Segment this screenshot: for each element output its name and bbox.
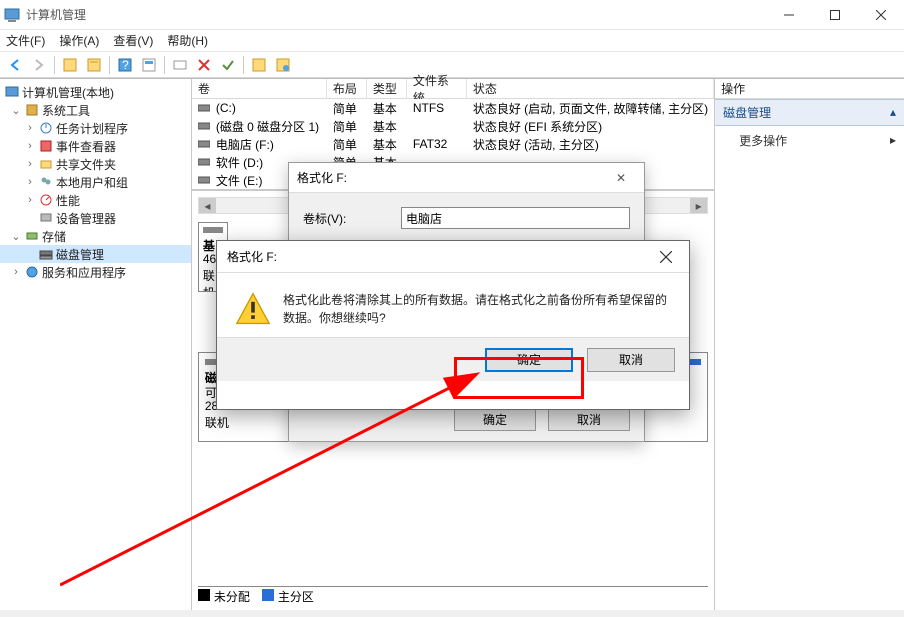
nav-task-scheduler[interactable]: ›任务计划程序: [0, 119, 191, 137]
format-dialog-close-button[interactable]: ✕: [606, 163, 636, 193]
maximize-button[interactable]: [812, 0, 858, 30]
check-icon[interactable]: [217, 54, 239, 76]
col-fs[interactable]: 文件系统: [407, 79, 467, 98]
nav-root[interactable]: 计算机管理(本地): [0, 83, 191, 101]
tool-icon-6[interactable]: [272, 54, 294, 76]
volume-row[interactable]: 电脑店 (F:)简单基本FAT32状态良好 (活动, 主分区): [192, 135, 714, 153]
volume-label-label: 卷标(V):: [303, 210, 401, 227]
scroll-right-button[interactable]: ▸: [690, 198, 707, 213]
menu-bar: 文件(F) 操作(A) 查看(V) 帮助(H): [0, 30, 904, 52]
col-type[interactable]: 类型: [367, 79, 407, 98]
format-cancel-button[interactable]: 取消: [548, 407, 630, 431]
actions-header: 操作: [715, 79, 904, 99]
confirm-dialog: 格式化 F: 格式化此卷将清除其上的所有数据。请在格式化之前备份所有希望保留的数…: [216, 240, 690, 410]
volume-row[interactable]: (C:)简单基本NTFS状态良好 (启动, 页面文件, 故障转储, 主分区): [192, 99, 714, 117]
nav-storage[interactable]: ⌄存储: [0, 227, 191, 245]
nav-back-button[interactable]: [4, 54, 26, 76]
menu-view[interactable]: 查看(V): [113, 32, 153, 49]
warning-icon: [235, 291, 271, 327]
confirm-dialog-close-button[interactable]: [653, 244, 679, 270]
nav-device-manager[interactable]: 设备管理器: [0, 209, 191, 227]
actions-pane: 操作 磁盘管理▴ 更多操作▸: [715, 79, 904, 610]
volume-label-input[interactable]: [401, 207, 630, 229]
tool-icon-3[interactable]: [138, 54, 160, 76]
tool-icon-5[interactable]: [248, 54, 270, 76]
tool-icon-1[interactable]: [59, 54, 81, 76]
nav-services[interactable]: ›服务和应用程序: [0, 263, 191, 281]
nav-tree[interactable]: 计算机管理(本地) ⌄系统工具 ›任务计划程序 ›事件查看器 ›共享文件夹 ›本…: [0, 79, 192, 610]
actions-category[interactable]: 磁盘管理▴: [715, 99, 904, 126]
nav-local-users[interactable]: ›本地用户和组: [0, 173, 191, 191]
close-button[interactable]: [858, 0, 904, 30]
confirm-dialog-title: 格式化 F:: [227, 248, 277, 265]
window-title: 计算机管理: [26, 6, 86, 23]
confirm-message: 格式化此卷将清除其上的所有数据。请在格式化之前备份所有希望保留的数据。你想继续吗…: [283, 291, 671, 327]
confirm-cancel-button[interactable]: 取消: [587, 348, 675, 372]
minimize-button[interactable]: [766, 0, 812, 30]
tool-icon-2[interactable]: [83, 54, 105, 76]
volume-row[interactable]: (磁盘 0 磁盘分区 1)简单基本状态良好 (EFI 系统分区): [192, 117, 714, 135]
help-icon[interactable]: ?: [114, 54, 136, 76]
nav-disk-management[interactable]: 磁盘管理: [0, 245, 191, 263]
menu-help[interactable]: 帮助(H): [167, 32, 208, 49]
nav-shared-folders[interactable]: ›共享文件夹: [0, 155, 191, 173]
delete-icon[interactable]: [193, 54, 215, 76]
tool-icon-4[interactable]: [169, 54, 191, 76]
legend-unallocated: 未分配: [214, 590, 250, 604]
nav-performance[interactable]: ›性能: [0, 191, 191, 209]
confirm-ok-button[interactable]: 确定: [485, 348, 573, 372]
menu-file[interactable]: 文件(F): [6, 32, 45, 49]
col-layout[interactable]: 布局: [327, 79, 367, 98]
legend-primary: 主分区: [278, 590, 314, 604]
nav-system-tools[interactable]: ⌄系统工具: [0, 101, 191, 119]
svg-text:?: ?: [122, 58, 129, 72]
actions-more[interactable]: 更多操作▸: [715, 126, 904, 155]
col-status[interactable]: 状态: [467, 79, 714, 98]
title-bar: 计算机管理: [0, 0, 904, 30]
nav-event-viewer[interactable]: ›事件查看器: [0, 137, 191, 155]
format-dialog-title: 格式化 F:: [297, 169, 347, 186]
legend: 未分配 主分区: [198, 586, 708, 604]
menu-action[interactable]: 操作(A): [59, 32, 99, 49]
scroll-left-button[interactable]: ◂: [199, 198, 216, 213]
format-ok-button[interactable]: 确定: [454, 407, 536, 431]
col-volume[interactable]: 卷: [192, 79, 327, 98]
nav-forward-button[interactable]: [28, 54, 50, 76]
volume-list-header: 卷 布局 类型 文件系统 状态: [192, 79, 714, 99]
app-icon: [4, 7, 20, 23]
